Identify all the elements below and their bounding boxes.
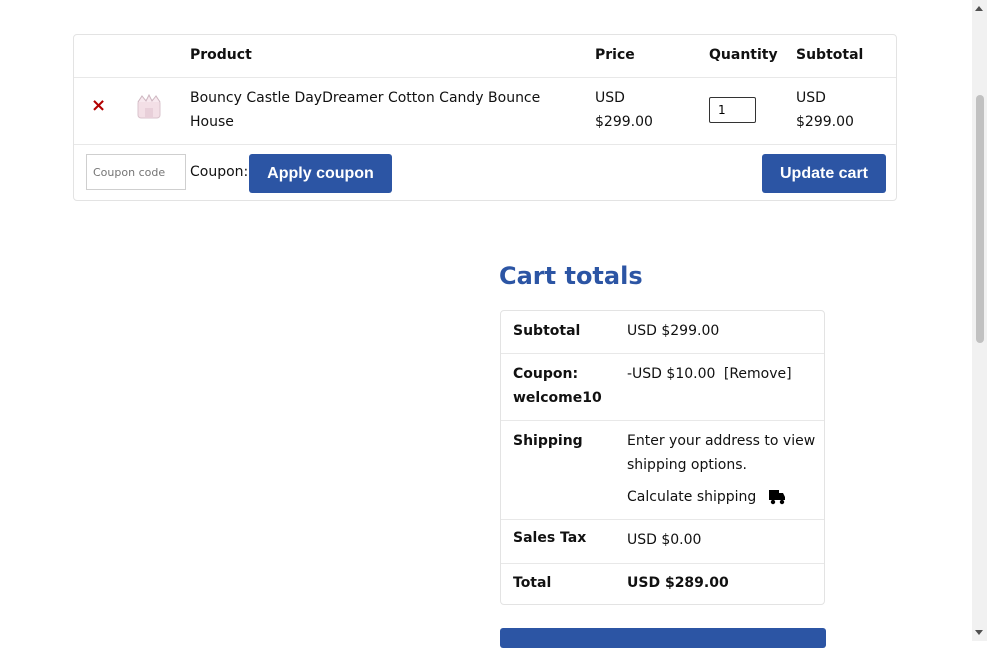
product-name-line1[interactable]: Bouncy Castle DayDreamer Cotton Candy Bo…: [190, 86, 540, 110]
shipping-text-line1: Enter your address to view: [627, 433, 816, 449]
remove-coupon-link[interactable]: [Remove]: [724, 366, 792, 382]
coupon-code-name: welcome10: [513, 390, 602, 406]
proceed-to-checkout-button[interactable]: [500, 628, 826, 648]
cart-table: Product Price Quantity Subtotal × Bouncy…: [73, 34, 897, 201]
update-cart-button[interactable]: Update cart: [762, 154, 886, 193]
calculate-shipping-label[interactable]: Calculate shipping: [627, 489, 756, 505]
header-quantity: Quantity: [709, 47, 778, 63]
subtotal-currency: USD: [796, 90, 826, 106]
scroll-down-icon[interactable]: [975, 630, 983, 635]
price-currency: USD: [595, 90, 625, 106]
sales-tax-value: USD $0.00: [627, 532, 702, 548]
remove-item-icon[interactable]: ×: [91, 97, 106, 115]
sales-tax-label: Sales Tax: [513, 530, 587, 546]
divider: [501, 519, 824, 520]
subtotal-label: Subtotal: [513, 323, 581, 339]
coupon-row-value: -USD $10.00 [Remove]: [627, 362, 792, 386]
shipping-info: Enter your address to view shipping opti…: [627, 429, 822, 509]
scroll-thumb[interactable]: [976, 95, 984, 343]
divider: [501, 563, 824, 564]
shipping-label: Shipping: [513, 433, 583, 449]
price-amount: $299.00: [595, 114, 653, 130]
divider: [74, 77, 896, 78]
product-price: USD $299.00: [595, 86, 653, 134]
subtotal-value: USD $299.00: [627, 323, 720, 339]
coupon-row-label: Coupon: welcome10: [513, 362, 602, 410]
divider: [74, 144, 896, 145]
truck-icon[interactable]: [768, 489, 786, 505]
header-subtotal: Subtotal: [796, 47, 864, 63]
product-name[interactable]: Bouncy Castle DayDreamer Cotton Candy Bo…: [190, 86, 540, 134]
divider: [501, 420, 824, 421]
coupon-discount: -USD $10.00: [627, 366, 716, 382]
calculate-shipping-link[interactable]: Calculate shipping: [627, 485, 822, 509]
product-thumbnail[interactable]: [134, 92, 164, 122]
quantity-input[interactable]: [709, 97, 756, 123]
apply-coupon-button[interactable]: Apply coupon: [249, 154, 392, 193]
coupon-code-input[interactable]: [86, 154, 186, 190]
total-value: USD $289.00: [627, 575, 729, 591]
cart-totals-table: Subtotal USD $299.00 Coupon: welcome10 -…: [500, 310, 825, 605]
scroll-up-icon[interactable]: [975, 6, 983, 11]
divider: [501, 353, 824, 354]
header-product: Product: [190, 47, 252, 63]
scrollbar[interactable]: [972, 0, 987, 641]
total-label: Total: [513, 575, 552, 591]
subtotal-amount: $299.00: [796, 114, 854, 130]
product-name-line2[interactable]: House: [190, 110, 540, 134]
product-subtotal: USD $299.00: [796, 86, 854, 134]
coupon-row-label-line1: Coupon:: [513, 366, 579, 382]
shipping-text-line2: shipping options.: [627, 457, 747, 473]
coupon-label: Coupon:: [190, 164, 249, 180]
header-price: Price: [595, 47, 635, 63]
cart-totals-title: Cart totals: [499, 262, 643, 290]
